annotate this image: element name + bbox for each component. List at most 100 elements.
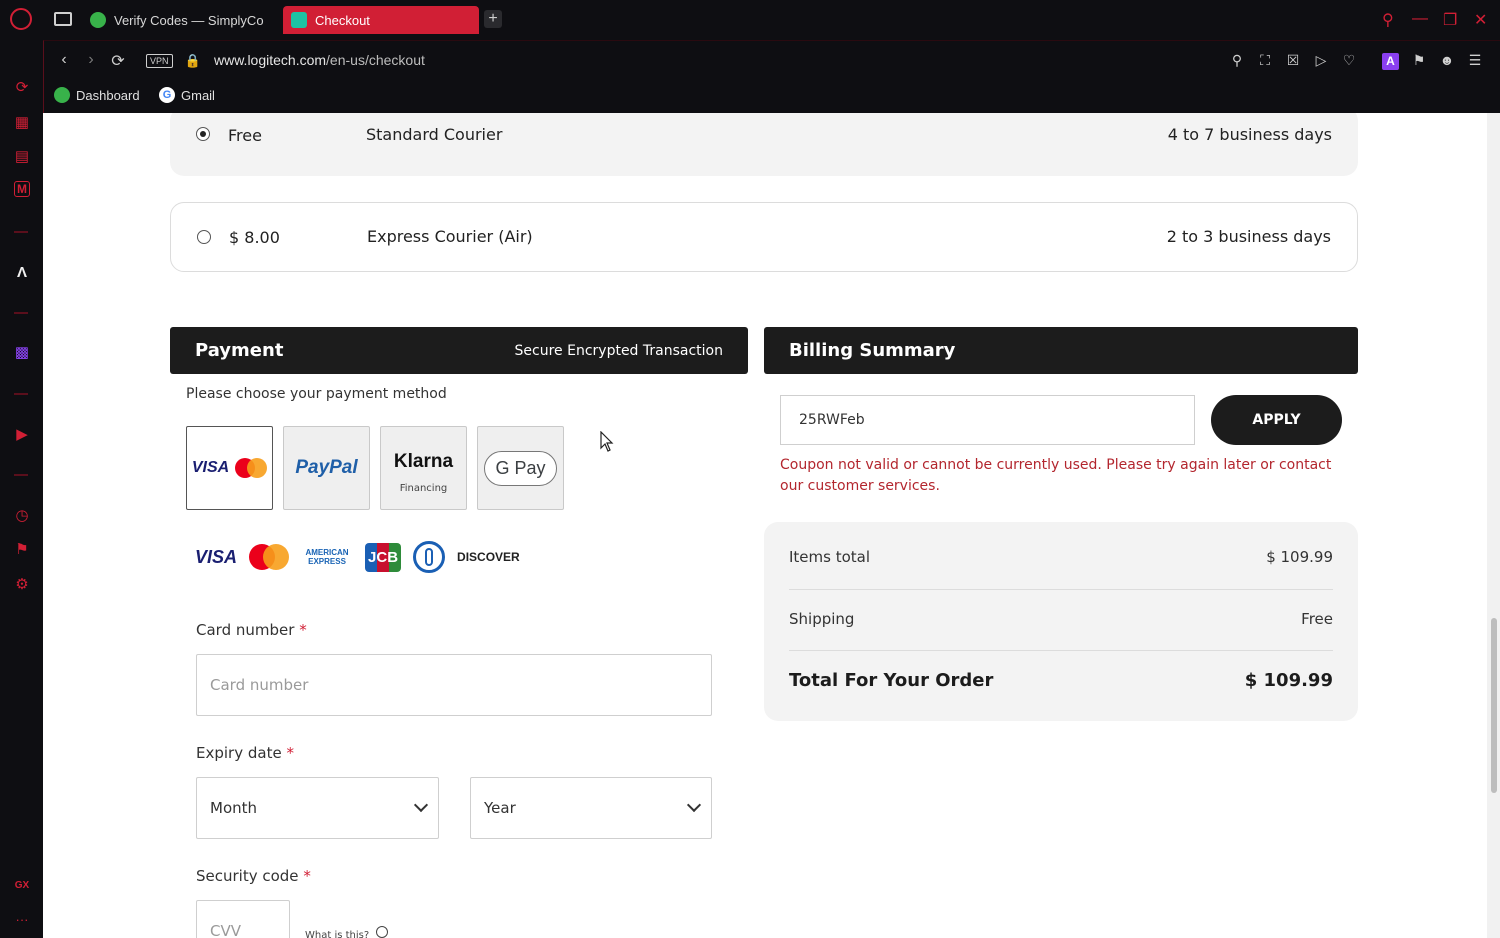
payment-method-card[interactable]: VISA — [186, 426, 273, 510]
extensions-icon[interactable]: ⚑ — [12, 540, 32, 560]
sidebar-divider — [14, 231, 28, 233]
heart-icon[interactable]: ♡ — [1340, 52, 1358, 69]
items-total-label: Items total — [789, 548, 871, 566]
shipping-option-standard[interactable]: Free Standard Courier 4 to 7 business da… — [170, 113, 1358, 176]
page-scrollbar[interactable] — [1487, 113, 1500, 938]
extension-a-icon[interactable]: A — [1382, 53, 1399, 70]
snapshot-icon[interactable]: ⛶ — [1256, 52, 1274, 69]
card-number-label: Card number * — [196, 621, 307, 639]
secure-transaction-text: Secure Encrypted Transaction — [514, 343, 723, 359]
shipping-price: Free — [228, 126, 262, 145]
opera-logo-icon[interactable] — [10, 8, 32, 30]
google-favicon-icon: G — [159, 87, 175, 103]
aria-icon[interactable]: Λ — [12, 263, 32, 283]
order-total-value: $ 109.99 — [1244, 670, 1333, 691]
cvv-placeholder: CVV — [210, 922, 241, 938]
gx-corner-icon[interactable]: ▦ — [12, 113, 32, 133]
news-icon[interactable]: ▤ — [12, 147, 32, 167]
coupon-value: 25RWFeb — [799, 412, 865, 428]
maximize-icon[interactable]: ❐ — [1443, 10, 1457, 30]
klarna-financing-label: Financing — [399, 482, 448, 494]
shipping-days: 4 to 7 business days — [1167, 125, 1332, 144]
bookmark-gmail[interactable]: G Gmail — [159, 87, 215, 103]
items-total-row: Items total $ 109.99 — [789, 548, 1333, 566]
logitech-favicon-icon — [291, 12, 307, 28]
speed-dial-icon[interactable]: ⟳ — [12, 78, 32, 98]
url-field[interactable]: www.logitech.com/en-us/checkout — [214, 52, 425, 68]
easy-setup-icon[interactable]: ☰ — [1466, 52, 1484, 69]
shipping-radio-express[interactable] — [197, 230, 211, 244]
mastercard-card-logo-icon — [249, 544, 290, 570]
shipping-option-express[interactable]: $ 8.00 Express Courier (Air) 2 to 3 busi… — [170, 202, 1358, 272]
summary-divider — [789, 650, 1333, 651]
required-mark: * — [299, 621, 307, 639]
player-icon[interactable]: ▶ — [12, 425, 32, 445]
what-is-this-link[interactable]: What is this? — [305, 926, 389, 938]
puzzle-icon[interactable]: ⚑ — [1410, 52, 1428, 69]
checkout-page: Free Standard Courier 4 to 7 business da… — [43, 113, 1487, 938]
cvv-field[interactable]: CVV — [196, 900, 290, 938]
shipping-price: $ 8.00 — [229, 228, 280, 247]
shipping-name: Express Courier (Air) — [367, 227, 533, 246]
payment-method-hint: Please choose your payment method — [186, 386, 447, 402]
tab-label: Checkout — [315, 12, 370, 28]
adblock-icon[interactable]: ☒ — [1284, 52, 1302, 69]
gmail-sidebar-icon[interactable]: M — [14, 181, 30, 197]
history-icon[interactable]: ◷ — [12, 506, 32, 526]
mastercard-logo-icon — [235, 458, 268, 478]
coupon-input[interactable]: 25RWFeb — [780, 395, 1195, 445]
tab-verify-codes[interactable]: Verify Codes — SimplyCo — [82, 6, 278, 34]
gx-control-icon[interactable]: GX — [12, 876, 32, 896]
minimize-icon[interactable]: — — [1412, 10, 1428, 28]
forward-icon[interactable]: › — [81, 51, 101, 69]
shipping-radio-standard[interactable] — [196, 127, 210, 141]
shipping-label: Shipping — [789, 610, 855, 628]
card-number-field[interactable]: Card number — [196, 654, 712, 716]
dashboard-favicon-icon — [54, 87, 70, 103]
billing-summary-header: Billing Summary — [764, 327, 1358, 374]
klarna-logo: Klarna — [393, 450, 454, 472]
payment-method-klarna[interactable]: Klarna Financing — [380, 426, 467, 510]
tab-label: Verify Codes — SimplyCo — [114, 12, 264, 28]
settings-icon[interactable]: ⚙ — [12, 575, 32, 595]
order-total-row: Total For Your Order $ 109.99 — [789, 670, 1333, 691]
address-bar: ‹ › ⟳ VPN 🔒 www.logitech.com/en-us/check… — [43, 40, 1500, 80]
expiry-year-select[interactable]: Year — [470, 777, 712, 839]
lock-icon[interactable]: 🔒 — [183, 53, 203, 69]
tab-checkout[interactable]: Checkout — [283, 6, 479, 34]
year-value: Year — [484, 799, 516, 817]
tab-cycler-icon[interactable] — [54, 12, 72, 26]
reload-icon[interactable]: ⟳ — [108, 51, 128, 71]
close-window-icon[interactable]: ✕ — [1474, 10, 1487, 30]
payment-method-paypal[interactable]: PayPal — [283, 426, 370, 510]
account-icon[interactable]: ☻ — [1438, 52, 1456, 68]
tab-bar: Verify Codes — SimplyCo Checkout + ⚲ — ❐… — [0, 0, 1500, 40]
visa-card-logo: VISA — [195, 546, 238, 567]
gpay-logo: G Pay — [484, 450, 557, 486]
payment-method-gpay[interactable]: G Pay — [477, 426, 564, 510]
scrollbar-thumb[interactable] — [1491, 618, 1497, 793]
search-tabs-icon[interactable]: ⚲ — [1382, 10, 1394, 30]
chevron-down-icon — [413, 797, 429, 813]
required-mark: * — [286, 744, 294, 762]
send-icon[interactable]: ▷ — [1312, 52, 1330, 69]
pin-icon[interactable]: ⚲ — [1228, 52, 1246, 69]
twitch-icon[interactable]: ▩ — [12, 343, 32, 363]
url-path: /en-us/checkout — [326, 52, 425, 68]
summary-divider — [789, 589, 1333, 590]
back-icon[interactable]: ‹ — [54, 51, 74, 69]
new-tab-button[interactable]: + — [484, 10, 502, 28]
paypal-logo: PayPal — [295, 457, 358, 478]
bookmark-dashboard[interactable]: Dashboard — [54, 87, 140, 103]
payment-title: Payment — [195, 340, 284, 361]
url-domain: www.logitech.com — [214, 52, 327, 68]
chevron-down-icon — [686, 797, 702, 813]
accepted-cards: VISA AMERICAN EXPRESS JCB DISCOVER — [195, 541, 520, 573]
discover-card-logo: DISCOVER — [457, 550, 520, 564]
more-icon[interactable]: ··· — [12, 910, 32, 930]
amex-card-logo: AMERICAN EXPRESS — [305, 548, 349, 566]
vpn-badge[interactable]: VPN — [146, 54, 173, 68]
jcb-card-logo: JCB — [365, 542, 402, 572]
expiry-month-select[interactable]: Month — [196, 777, 439, 839]
apply-coupon-button[interactable]: APPLY — [1211, 395, 1342, 445]
